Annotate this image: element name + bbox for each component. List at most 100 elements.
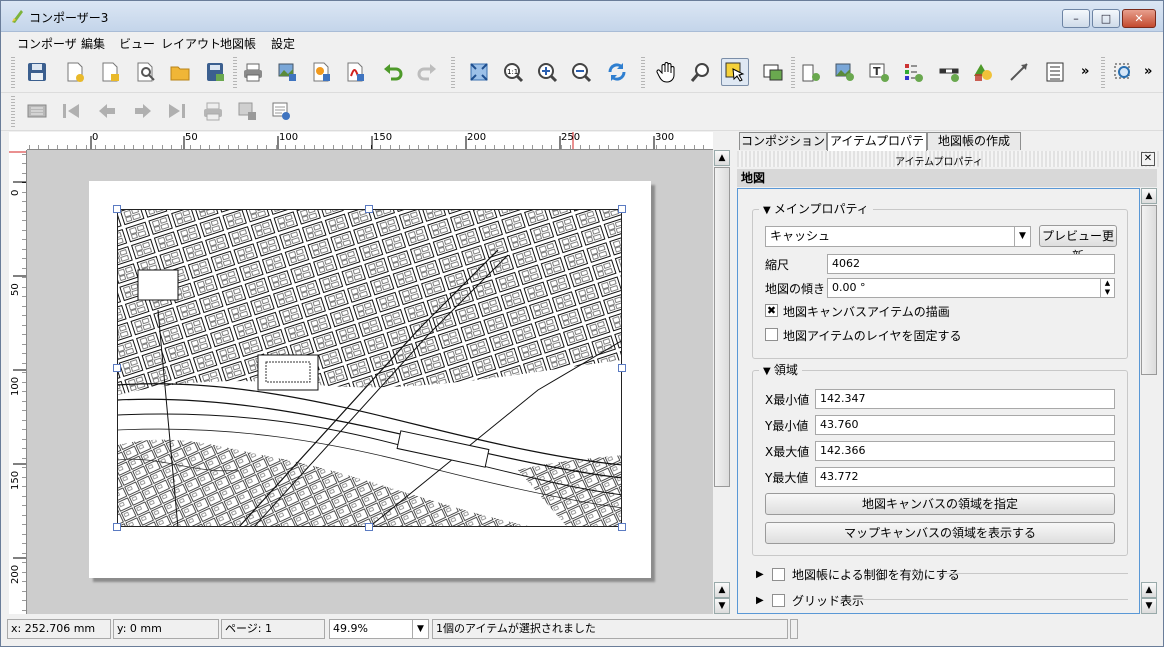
- expand-arrow-icon[interactable]: ▶: [756, 595, 764, 606]
- extent-title[interactable]: ▼ 領域: [759, 361, 802, 378]
- ymax-input[interactable]: 43.772: [815, 467, 1115, 487]
- new-composer-icon[interactable]: [61, 58, 89, 86]
- lock-layers-label: 地図アイテムのレイヤを固定する: [783, 329, 962, 343]
- resize-handle[interactable]: [618, 205, 626, 213]
- composer-manager-icon[interactable]: [131, 58, 159, 86]
- add-arrow-icon[interactable]: [1005, 58, 1033, 86]
- scroll-down-icon[interactable]: ▼: [1141, 598, 1157, 614]
- save-icon[interactable]: [23, 58, 51, 86]
- map-item[interactable]: [117, 209, 622, 527]
- extent-group: ▼ 領域 X最小値 142.347 Y最小値 43.760 X最大値 142.3…: [752, 361, 1128, 556]
- zoom-tool-icon[interactable]: [687, 58, 715, 86]
- export-image-icon[interactable]: [273, 58, 301, 86]
- canvas-vertical-scrollbar[interactable]: ▲ ▲ ▼: [713, 150, 731, 614]
- xmax-input[interactable]: 142.366: [815, 441, 1115, 461]
- composition-canvas[interactable]: [27, 150, 713, 614]
- next-feature-icon[interactable]: [129, 97, 157, 125]
- add-scalebar-icon[interactable]: [935, 58, 963, 86]
- scroll-up-icon[interactable]: ▲: [1141, 188, 1157, 204]
- resize-handle[interactable]: [113, 523, 121, 531]
- add-table-icon[interactable]: [1041, 58, 1069, 86]
- add-legend-icon[interactable]: [899, 58, 927, 86]
- main-properties-title[interactable]: ▼ メインプロパティ: [759, 200, 873, 217]
- open-template-icon[interactable]: [166, 58, 194, 86]
- toolbar-more-icon[interactable]: »: [1081, 64, 1089, 79]
- zoom-select[interactable]: 49.9% ▼: [329, 619, 429, 639]
- export-pdf-icon[interactable]: [341, 58, 369, 86]
- menu-settings[interactable]: 設定: [271, 35, 295, 52]
- menu-atlas[interactable]: 地図帳: [220, 35, 256, 52]
- export-atlas-icon[interactable]: [233, 97, 261, 125]
- print-icon[interactable]: [239, 58, 267, 86]
- zoom-in-icon[interactable]: [533, 58, 561, 86]
- xmin-input[interactable]: 142.347: [815, 389, 1115, 409]
- cache-select[interactable]: キャッシュ ▼: [765, 226, 1031, 247]
- tab-item-properties[interactable]: アイテムプロパティ: [827, 132, 927, 165]
- export-svg-icon[interactable]: [307, 58, 335, 86]
- menu-view[interactable]: ビュー: [119, 35, 155, 52]
- main-toolbar: 1:1 T » »: [1, 53, 1163, 93]
- prev-feature-icon[interactable]: [93, 97, 121, 125]
- resize-handle[interactable]: [618, 364, 626, 372]
- draw-canvas-items-checkbox[interactable]: ✖: [765, 304, 778, 317]
- ymin-input[interactable]: 43.760: [815, 415, 1115, 435]
- resize-handle[interactable]: [618, 523, 626, 531]
- maximize-button[interactable]: □: [1092, 9, 1120, 28]
- resize-handle[interactable]: [365, 523, 373, 531]
- set-canvas-extent-button[interactable]: 地図キャンバスの領域を指定: [765, 493, 1115, 515]
- grid-checkbox[interactable]: [772, 594, 785, 607]
- atlas-settings-icon[interactable]: [267, 97, 295, 125]
- resize-handle[interactable]: [113, 364, 121, 372]
- toolbar-more-icon-2[interactable]: »: [1144, 64, 1152, 79]
- window-title: コンポーザー3: [29, 11, 109, 25]
- close-button[interactable]: ✕: [1122, 9, 1156, 28]
- pan-icon[interactable]: [653, 58, 681, 86]
- scroll-up-icon-2[interactable]: ▲: [714, 582, 730, 598]
- scroll-thumb[interactable]: [1141, 205, 1157, 375]
- zoom-actual-icon[interactable]: 1:1: [499, 58, 527, 86]
- zoom-full-icon[interactable]: [465, 58, 493, 86]
- add-image-icon[interactable]: [831, 58, 859, 86]
- menu-bar: コンポーザ 編集 ビュー レイアウト 地図帳 設定: [1, 32, 1163, 52]
- add-map-icon[interactable]: [797, 58, 825, 86]
- ruler-left-label: 0: [10, 189, 21, 196]
- scroll-up-icon-2[interactable]: ▲: [1141, 582, 1157, 598]
- scale-input[interactable]: 4062: [827, 254, 1115, 274]
- select-move-icon[interactable]: [721, 58, 749, 86]
- menu-composer[interactable]: コンポーザ: [17, 35, 77, 52]
- rotation-spinbox[interactable]: 0.00 ° ▲ ▼: [827, 278, 1115, 298]
- title-bar: コンポーザー3 – □ ✕: [1, 1, 1163, 32]
- add-shape-icon[interactable]: [969, 58, 997, 86]
- scroll-thumb[interactable]: [714, 167, 730, 487]
- scroll-up-icon[interactable]: ▲: [714, 150, 730, 166]
- scroll-down-icon[interactable]: ▼: [714, 598, 730, 614]
- lock-layers-checkbox[interactable]: [765, 328, 778, 341]
- last-feature-icon[interactable]: [163, 97, 191, 125]
- atlas-preview-icon[interactable]: [23, 97, 51, 125]
- print-atlas-icon[interactable]: [199, 97, 227, 125]
- ymin-label: Y最小値: [765, 419, 809, 433]
- zoom-out-icon[interactable]: [567, 58, 595, 86]
- duplicate-composer-icon[interactable]: [96, 58, 124, 86]
- add-label-icon[interactable]: T: [865, 58, 893, 86]
- resize-handle[interactable]: [365, 205, 373, 213]
- refresh-icon[interactable]: [603, 58, 631, 86]
- menu-layout[interactable]: レイアウト: [161, 35, 221, 52]
- dock-close-icon[interactable]: ✕: [1141, 152, 1155, 166]
- resize-handle[interactable]: [113, 205, 121, 213]
- undo-icon[interactable]: [379, 58, 407, 86]
- tab-composition[interactable]: コンポジション: [739, 132, 827, 150]
- redo-icon[interactable]: [413, 58, 441, 86]
- first-feature-icon[interactable]: [57, 97, 85, 125]
- tab-atlas-generation[interactable]: 地図帳の作成: [927, 132, 1021, 150]
- properties-vertical-scrollbar[interactable]: ▲ ▲ ▼: [1140, 188, 1158, 614]
- menu-edit[interactable]: 編集: [81, 35, 105, 52]
- move-content-icon[interactable]: [759, 58, 787, 86]
- select-icon[interactable]: [1109, 58, 1137, 86]
- expand-arrow-icon[interactable]: ▶: [756, 569, 764, 580]
- minimize-button[interactable]: –: [1062, 9, 1090, 28]
- save-template-icon[interactable]: [201, 58, 229, 86]
- view-canvas-extent-button[interactable]: マップキャンバスの領域を表示する: [765, 522, 1115, 544]
- atlas-control-checkbox[interactable]: [772, 568, 785, 581]
- preview-refresh-button[interactable]: プレビュー更新: [1039, 225, 1117, 263]
